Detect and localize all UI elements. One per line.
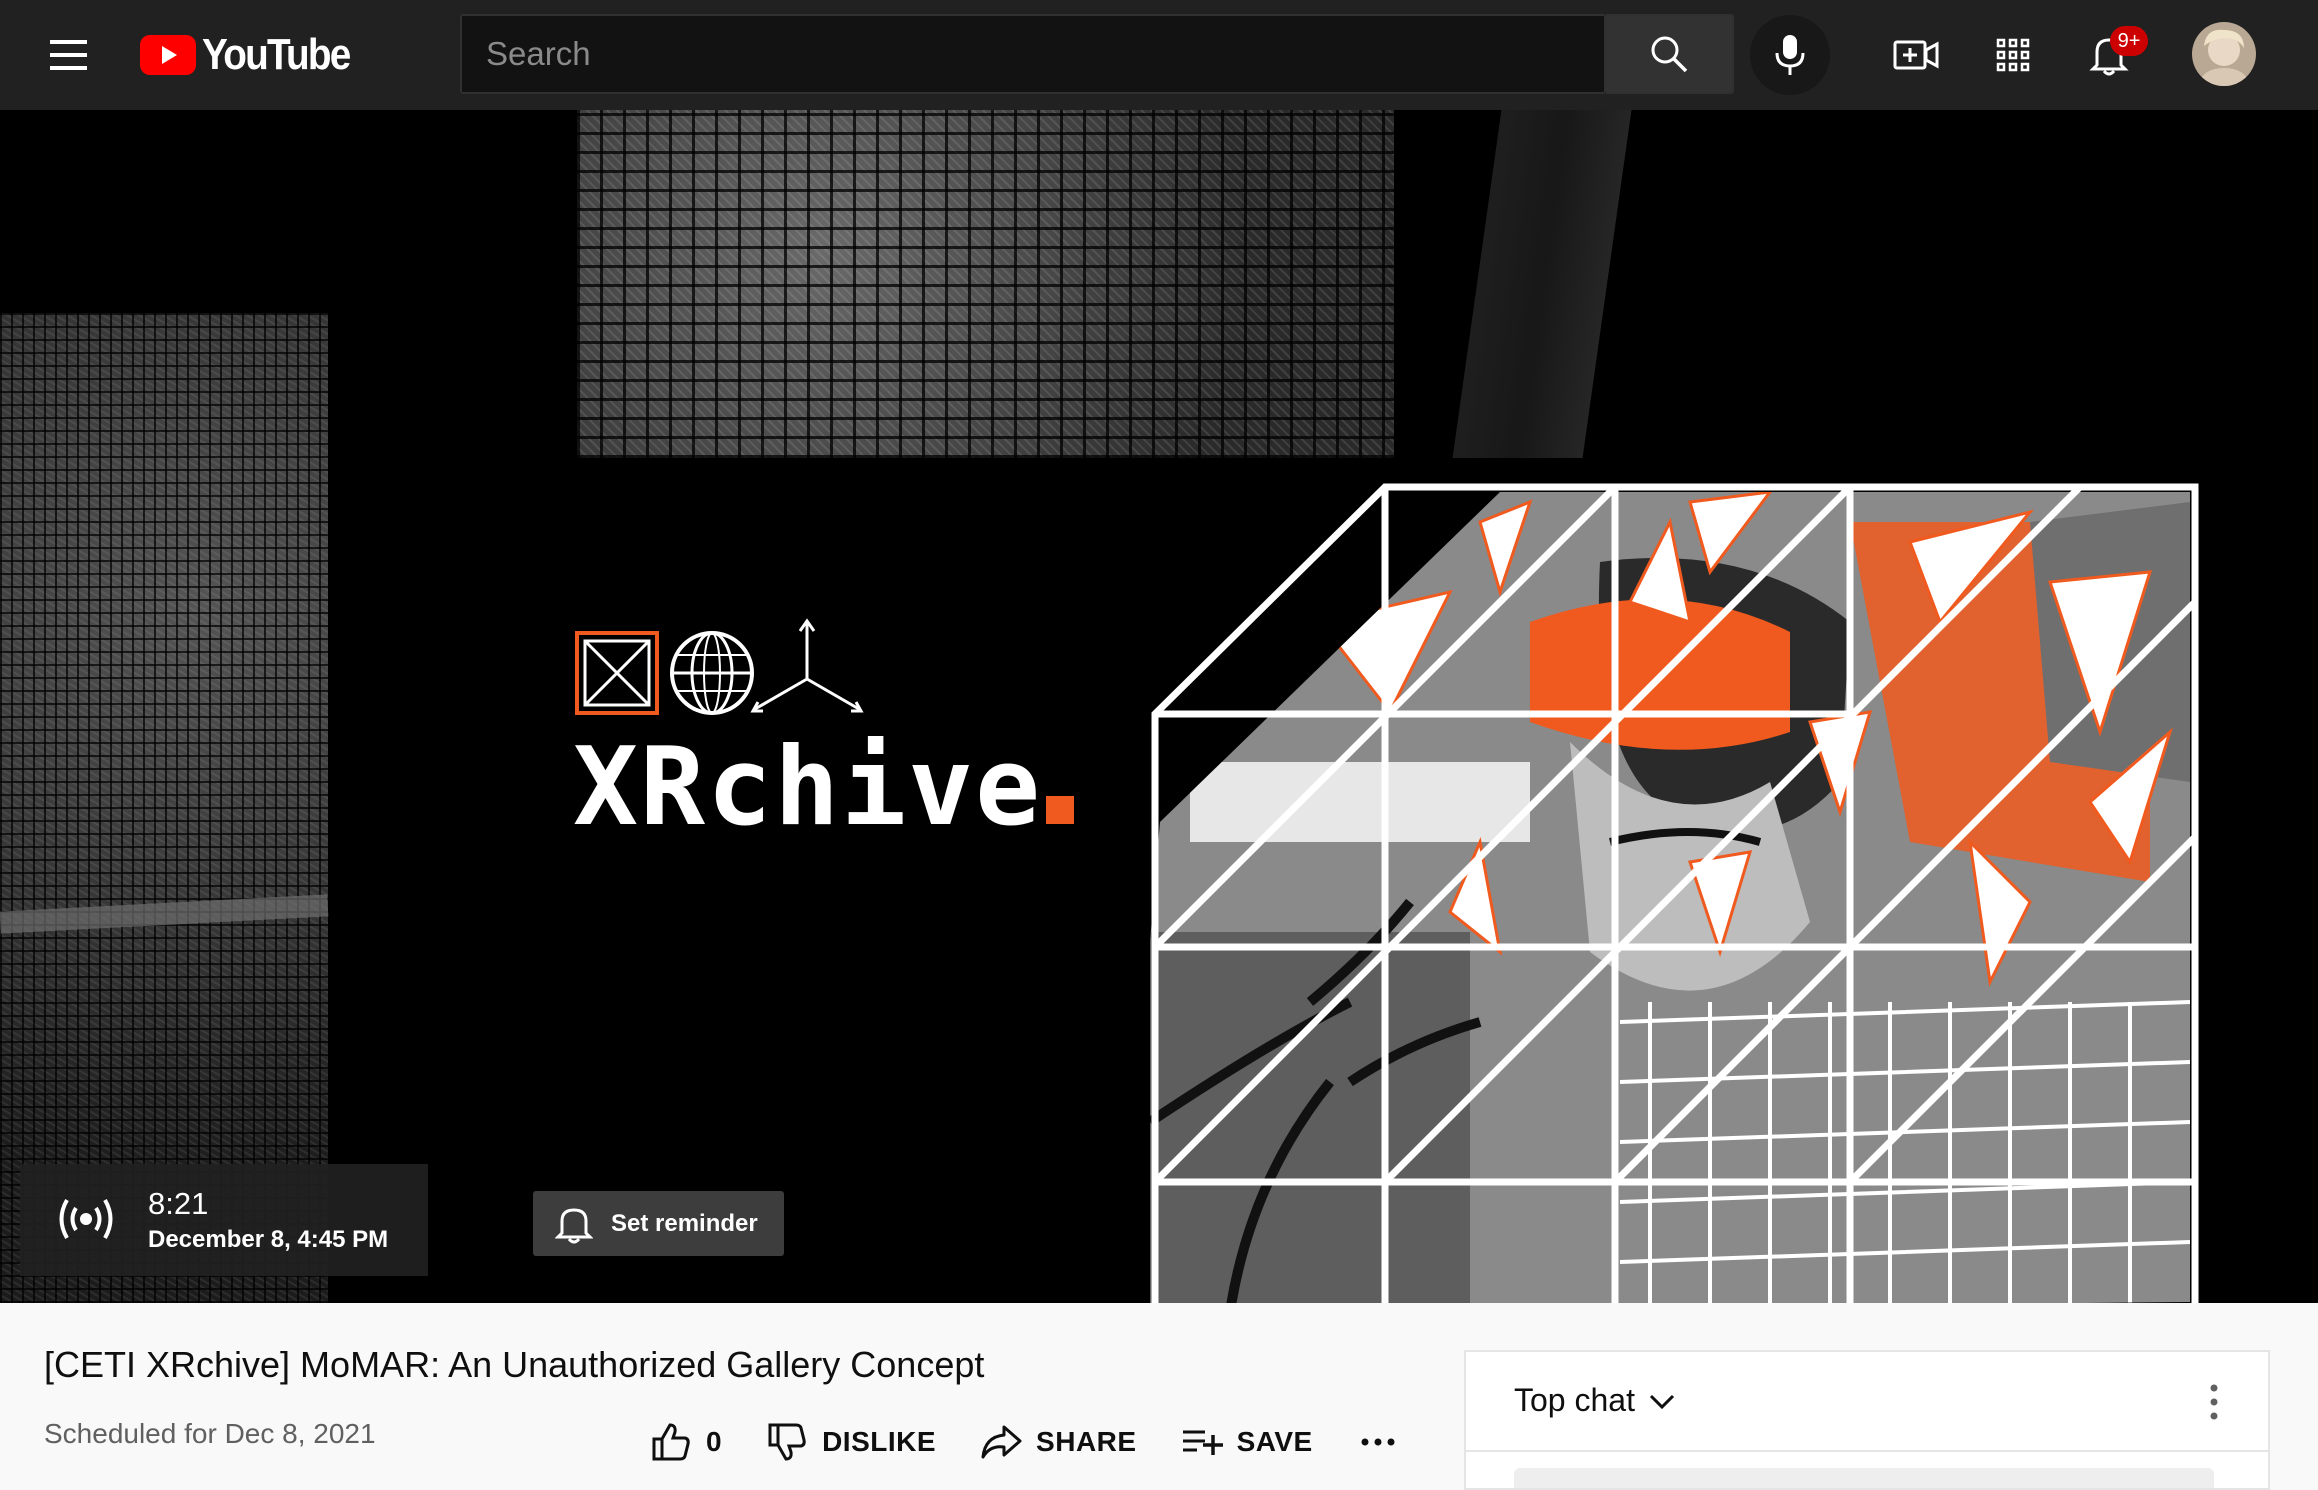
like-button[interactable]: 0 (650, 1421, 722, 1463)
set-reminder-label: Set reminder (611, 1209, 758, 1237)
search-input[interactable] (462, 16, 1604, 92)
bell-icon (555, 1207, 593, 1243)
search-button[interactable] (1606, 14, 1734, 94)
dislike-button[interactable]: DISLIKE (766, 1421, 936, 1463)
top-bar: YouTube Search 9+ (0, 0, 2318, 110)
chat-message-placeholder (1514, 1468, 2214, 1488)
share-arrow-icon (981, 1425, 1022, 1459)
video-title: [CETI XRchive] MoMAR: An Unauthorized Ga… (44, 1344, 985, 1385)
notification-count-badge: 9+ (2110, 26, 2148, 56)
chevron-down-icon (1649, 1394, 1675, 1409)
road-shape (0, 894, 329, 934)
microphone-icon (1775, 35, 1805, 75)
more-horizontal-icon (1361, 1438, 1395, 1446)
video-player[interactable]: XRchive 8:21 December 8, 4:45 PM Set rem… (0, 110, 2318, 1303)
countdown-time: 8:21 (148, 1186, 209, 1221)
orange-dot (1046, 796, 1075, 824)
logo-text: YouTube (202, 30, 351, 79)
cube-artwork (1150, 483, 2199, 1303)
share-label: SHARE (1036, 1426, 1137, 1457)
aerial-map-image-left (0, 313, 329, 1303)
apps-button[interactable] (1980, 22, 2046, 88)
river-shape (1452, 110, 1632, 458)
more-actions-button[interactable] (1361, 1437, 1409, 1447)
live-chat-panel: Top chat (1464, 1350, 2270, 1490)
create-button[interactable] (1883, 22, 1949, 88)
save-label: SAVE (1236, 1426, 1313, 1457)
scheduled-date: Scheduled for Dec 8, 2021 (44, 1418, 376, 1449)
live-broadcast-icon (59, 1198, 113, 1240)
apps-grid-icon (1996, 38, 2030, 72)
playlist-add-icon (1182, 1430, 1223, 1455)
aerial-map-image-top (577, 110, 1632, 458)
youtube-logo[interactable]: YouTube (140, 30, 370, 80)
search-icon (1651, 36, 1688, 73)
thumbs-down-icon (768, 1423, 806, 1461)
hamburger-menu-icon[interactable] (40, 30, 96, 80)
notifications-button[interactable]: 9+ (2076, 22, 2148, 88)
search-box (460, 14, 1606, 94)
premiere-date: December 8, 4:45 PM (148, 1226, 389, 1253)
scheduled-live-info: 8:21 December 8, 4:45 PM (20, 1164, 428, 1276)
share-button[interactable]: SHARE (980, 1423, 1137, 1461)
video-camera-plus-icon (1893, 40, 1939, 70)
thumbs-up-icon (652, 1423, 690, 1461)
youtube-play-icon (140, 35, 196, 75)
chat-mode-label: Top chat (1514, 1382, 1635, 1418)
chat-header: Top chat (1466, 1352, 2268, 1452)
more-vertical-icon[interactable] (2202, 1380, 2226, 1424)
top-chat-dropdown[interactable]: Top chat (1514, 1382, 1677, 1419)
voice-search-button[interactable] (1750, 15, 1830, 95)
set-reminder-button[interactable]: Set reminder (533, 1191, 784, 1256)
avatar[interactable] (2192, 22, 2256, 86)
artwork-title: XRchive (573, 725, 1075, 850)
save-button[interactable]: SAVE (1181, 1426, 1313, 1458)
video-actions: 0 DISLIKE SHARE SAVE (650, 1412, 1409, 1472)
xrchive-logo-icons (575, 618, 864, 715)
dislike-label: DISLIKE (822, 1426, 937, 1457)
like-count: 0 (706, 1426, 723, 1457)
